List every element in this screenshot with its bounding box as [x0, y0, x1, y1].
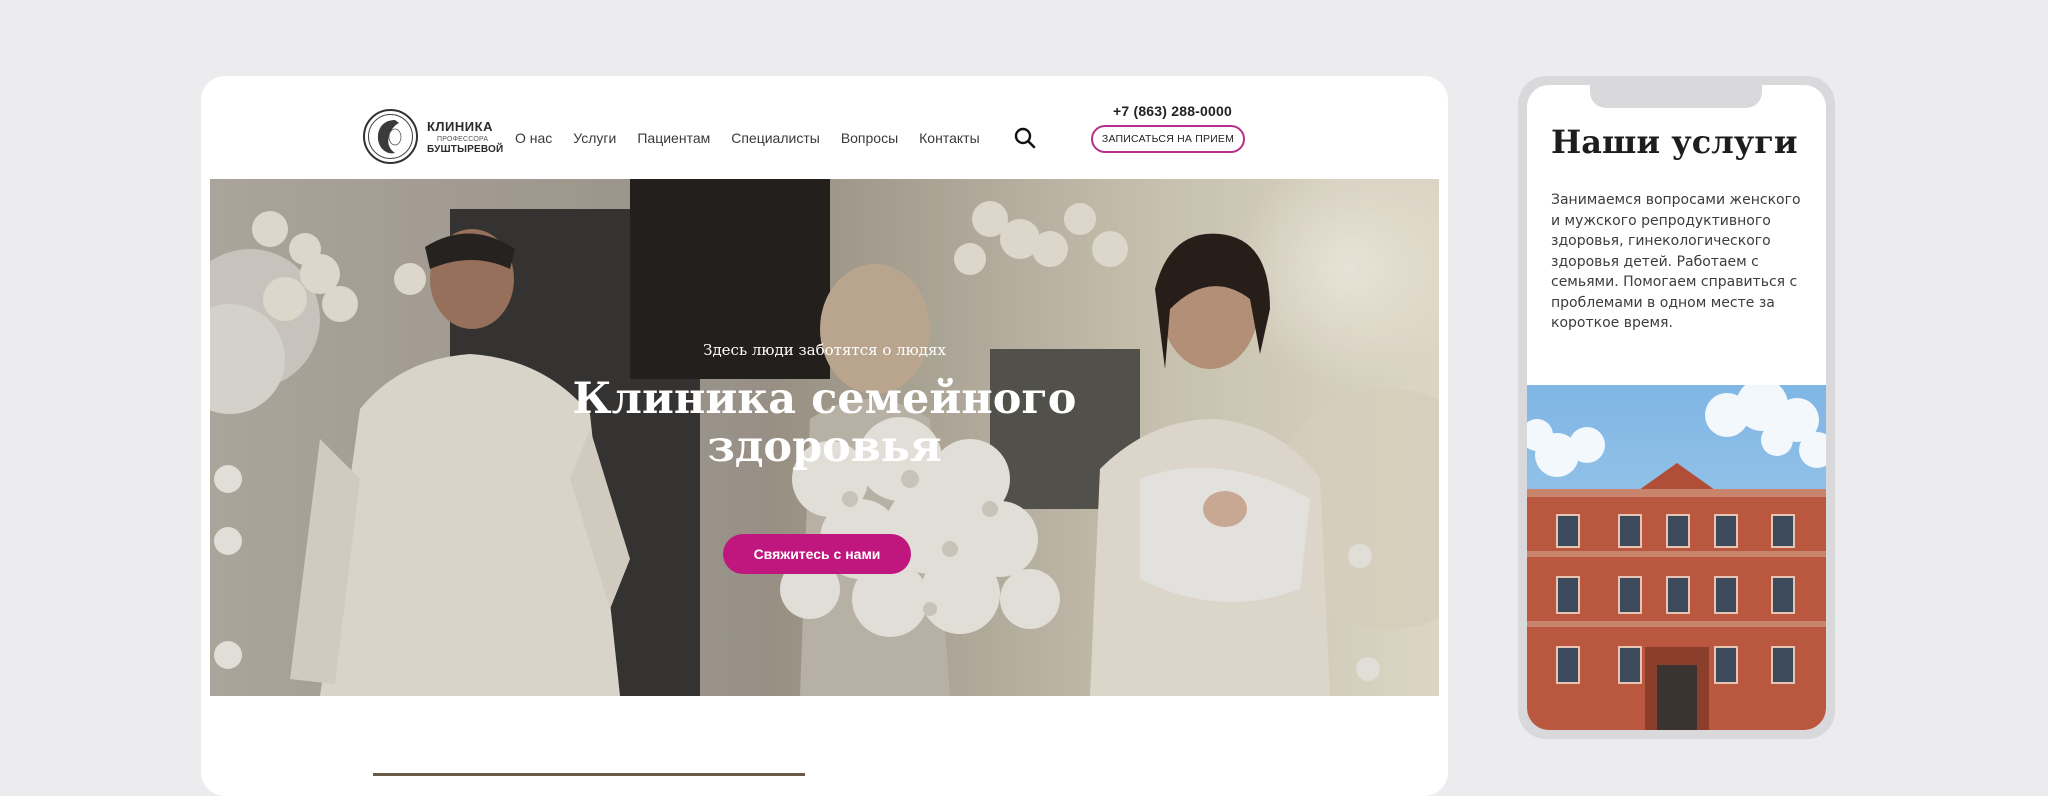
logo-emblem-icon [363, 109, 418, 164]
services-title: Наши услуги [1551, 123, 1798, 161]
site-header: КЛИНИКА ПРОФЕССОРА БУШТЫРЕВОЙ О нас Услу… [201, 76, 1448, 179]
nav-item-services[interactable]: Услуги [573, 130, 616, 146]
logo-title: КЛИНИКА [427, 119, 493, 134]
next-section-image-edge [373, 773, 805, 776]
services-description: Занимаемся вопросами женского и мужского… [1551, 192, 1801, 331]
appointment-button[interactable]: ЗАПИСАТЬСЯ НА ПРИЕМ [1091, 125, 1245, 153]
contact-us-button[interactable]: Свяжитесь с нами [723, 534, 911, 574]
nav-item-specialists[interactable]: Специалисты [731, 130, 820, 146]
mobile-mockup: Наши услуги Занимаемся вопросами женског… [1518, 76, 1835, 739]
hero-title-line2: здоровья [707, 422, 942, 472]
hero-section: Здесь люди заботятся о людях Клиника сем… [210, 179, 1439, 696]
nav-item-contacts[interactable]: Контакты [919, 130, 979, 146]
logo-name: БУШТЫРЕВОЙ [427, 144, 504, 155]
hero-title: Клиника семейного здоровья [210, 375, 1439, 471]
phone-number[interactable]: +7 (863) 288-0000 [1105, 103, 1240, 119]
hero-eyebrow: Здесь люди заботятся о людях [703, 341, 946, 359]
clinic-building-image [1527, 385, 1826, 730]
nav-item-faq[interactable]: Вопросы [841, 130, 898, 146]
nav-item-patients[interactable]: Пациентам [637, 130, 710, 146]
search-icon[interactable] [1013, 126, 1037, 150]
desktop-mockup: КЛИНИКА ПРОФЕССОРА БУШТЫРЕВОЙ О нас Услу… [201, 76, 1448, 796]
hero-title-line1: Клиника семейного [572, 374, 1077, 424]
phone-notch [1590, 85, 1762, 108]
logo-subtitle: ПРОФЕССОРА [437, 136, 489, 143]
mobile-screen: Наши услуги Занимаемся вопросами женског… [1527, 85, 1826, 730]
main-nav: О нас Услуги Пациентам Специалисты Вопро… [515, 130, 1001, 146]
nav-item-about[interactable]: О нас [515, 130, 552, 146]
clinic-logo[interactable]: КЛИНИКА ПРОФЕССОРА БУШТЫРЕВОЙ [363, 109, 503, 166]
